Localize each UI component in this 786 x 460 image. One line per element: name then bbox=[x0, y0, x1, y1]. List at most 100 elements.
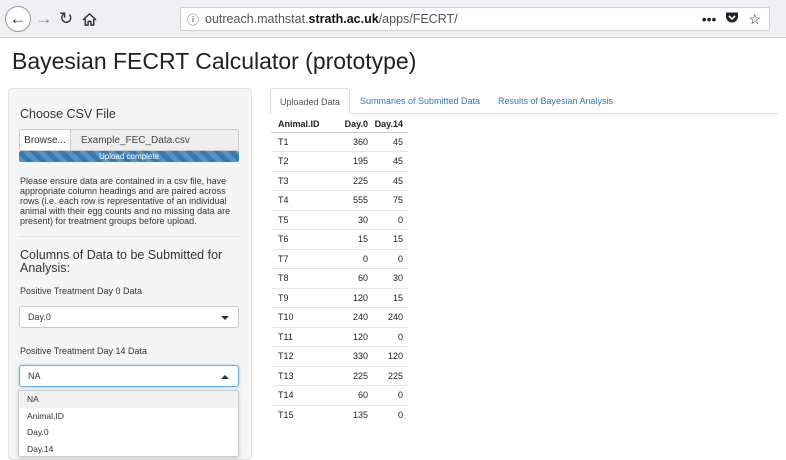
table-cell: 0 bbox=[371, 326, 408, 347]
day0-select[interactable]: Day.0 bbox=[19, 306, 239, 328]
table-cell: T4 bbox=[271, 190, 325, 210]
table-cell: 75 bbox=[371, 190, 408, 210]
table-cell: 15 bbox=[325, 229, 371, 249]
table-row: T14 60 0 bbox=[271, 385, 408, 405]
table-cell: 15 bbox=[371, 287, 408, 308]
column-header: Day.0 bbox=[325, 116, 371, 133]
table-cell: 0 bbox=[371, 209, 408, 230]
table-cell: 0 bbox=[371, 385, 408, 405]
home-icon[interactable] bbox=[78, 8, 100, 30]
table-row: T11 120 0 bbox=[271, 326, 408, 347]
day0-select-value: Day.0 bbox=[28, 312, 51, 322]
url-text: outreach.mathstat.strath.ac.uk/apps/FECR… bbox=[205, 12, 458, 26]
table-cell: 240 bbox=[371, 307, 408, 327]
table-cell: 330 bbox=[325, 346, 371, 366]
table-cell: 360 bbox=[325, 131, 371, 152]
tab-results[interactable]: Results of Bayesian Analysis bbox=[498, 88, 613, 114]
more-actions-icon[interactable]: ••• bbox=[702, 11, 717, 27]
table-cell: T15 bbox=[271, 404, 325, 425]
table-row: T1 360 45 bbox=[271, 131, 408, 152]
day14-dropdown-list: NA Animal.ID Day.0 Day.14 bbox=[18, 390, 239, 457]
day14-select[interactable]: NA bbox=[19, 365, 239, 387]
table-cell: T8 bbox=[271, 268, 325, 288]
table-cell: 45 bbox=[371, 170, 408, 191]
table-cell: 555 bbox=[325, 190, 371, 210]
table-cell: T11 bbox=[271, 326, 325, 347]
url-path: /apps/FECRT/ bbox=[378, 12, 458, 26]
upload-help-text: Please ensure data are contained in a cs… bbox=[20, 176, 231, 226]
tab-bar: Uploaded Data Summaries of Submitted Dat… bbox=[270, 88, 778, 114]
browse-button[interactable]: Browse... bbox=[19, 129, 71, 151]
url-host-domain: strath.ac.uk bbox=[308, 12, 379, 26]
table-cell: T7 bbox=[271, 248, 325, 269]
sidebar-divider bbox=[19, 236, 241, 237]
caret-down-icon bbox=[221, 316, 229, 320]
table-cell: 135 bbox=[325, 404, 371, 425]
table-row: T4 555 75 bbox=[271, 190, 408, 210]
browser-toolbar: ← → ↻ ⓘ outreach.mathstat.strath.ac.uk/a… bbox=[0, 0, 786, 38]
bookmark-star-icon[interactable]: ☆ bbox=[748, 11, 761, 28]
table-cell: T9 bbox=[271, 287, 325, 308]
table-row: T2 195 45 bbox=[271, 151, 408, 171]
upload-progress-bar: Upload complete bbox=[19, 151, 239, 162]
reload-icon[interactable]: ↻ bbox=[55, 8, 77, 30]
back-arrow-icon[interactable]: ← bbox=[5, 6, 31, 32]
table-cell: T3 bbox=[271, 170, 325, 191]
table-row: T15 135 0 bbox=[271, 404, 408, 425]
dropdown-option-day14[interactable]: Day.14 bbox=[19, 441, 238, 458]
choose-file-label: Choose CSV File bbox=[20, 107, 116, 121]
forward-arrow-icon[interactable]: → bbox=[33, 8, 55, 30]
table-cell: 225 bbox=[371, 365, 408, 386]
file-input: Browse... Example_FEC_Data.csv bbox=[19, 129, 239, 151]
table-cell: 15 bbox=[371, 229, 408, 249]
table-row: T6 15 15 bbox=[271, 229, 408, 249]
uploaded-data-table: Animal.ID Day.0 Day.14 T1 360 45 T2 195 45 T3 2… bbox=[271, 116, 408, 425]
column-header: Day.14 bbox=[371, 116, 408, 133]
table-cell: T12 bbox=[271, 346, 325, 366]
tab-summaries[interactable]: Summaries of Submitted Data bbox=[360, 88, 480, 114]
table-cell: T2 bbox=[271, 151, 325, 171]
table-row: T3 225 45 bbox=[271, 170, 408, 191]
table-cell: 240 bbox=[325, 307, 371, 327]
table-cell: 0 bbox=[371, 404, 408, 425]
dropdown-option-animal-id[interactable]: Animal.ID bbox=[19, 408, 238, 425]
table-cell: T6 bbox=[271, 229, 325, 249]
table-row: T8 60 30 bbox=[271, 268, 408, 288]
tab-uploaded-data[interactable]: Uploaded Data bbox=[270, 88, 351, 114]
table-cell: T10 bbox=[271, 307, 325, 327]
page-title: Bayesian FECRT Calculator (prototype) bbox=[12, 48, 417, 74]
table-cell: T13 bbox=[271, 365, 325, 386]
url-host-prefix: outreach.mathstat. bbox=[205, 12, 309, 26]
day14-label: Positive Treatment Day 14 Data bbox=[20, 346, 148, 356]
table-row: T7 0 0 bbox=[271, 248, 408, 269]
table-cell: T5 bbox=[271, 209, 325, 230]
table-cell: 60 bbox=[325, 385, 371, 405]
dropdown-option-na[interactable]: NA bbox=[19, 391, 238, 408]
caret-up-icon bbox=[221, 375, 229, 379]
table-row: T13 225 225 bbox=[271, 365, 408, 386]
table-cell: 30 bbox=[371, 268, 408, 288]
table-cell: 120 bbox=[325, 287, 371, 308]
table-cell: 120 bbox=[371, 346, 408, 366]
table-row: T10 240 240 bbox=[271, 307, 408, 327]
table-row: T9 120 15 bbox=[271, 287, 408, 308]
table-cell: 195 bbox=[325, 151, 371, 171]
pocket-icon[interactable] bbox=[725, 11, 739, 27]
dropdown-option-day0[interactable]: Day.0 bbox=[19, 424, 238, 441]
table-cell: 225 bbox=[325, 170, 371, 191]
table-row: T12 330 120 bbox=[271, 346, 408, 366]
day14-select-value: NA bbox=[28, 371, 41, 381]
table-cell: T1 bbox=[271, 131, 325, 152]
column-header: Animal.ID bbox=[271, 116, 325, 133]
day0-label: Positive Treatment Day 0 Data bbox=[20, 286, 143, 296]
table-cell: 60 bbox=[325, 268, 371, 288]
site-info-icon[interactable]: ⓘ bbox=[181, 11, 205, 28]
table-cell: 45 bbox=[371, 131, 408, 152]
url-bar[interactable]: ⓘ outreach.mathstat.strath.ac.uk/apps/FE… bbox=[180, 7, 770, 31]
table-cell: 30 bbox=[325, 209, 371, 230]
file-name-field: Example_FEC_Data.csv bbox=[71, 129, 239, 151]
table-cell: 120 bbox=[325, 326, 371, 347]
table-cell: T14 bbox=[271, 385, 325, 405]
table-cell: 45 bbox=[371, 151, 408, 171]
table-row: T5 30 0 bbox=[271, 209, 408, 230]
